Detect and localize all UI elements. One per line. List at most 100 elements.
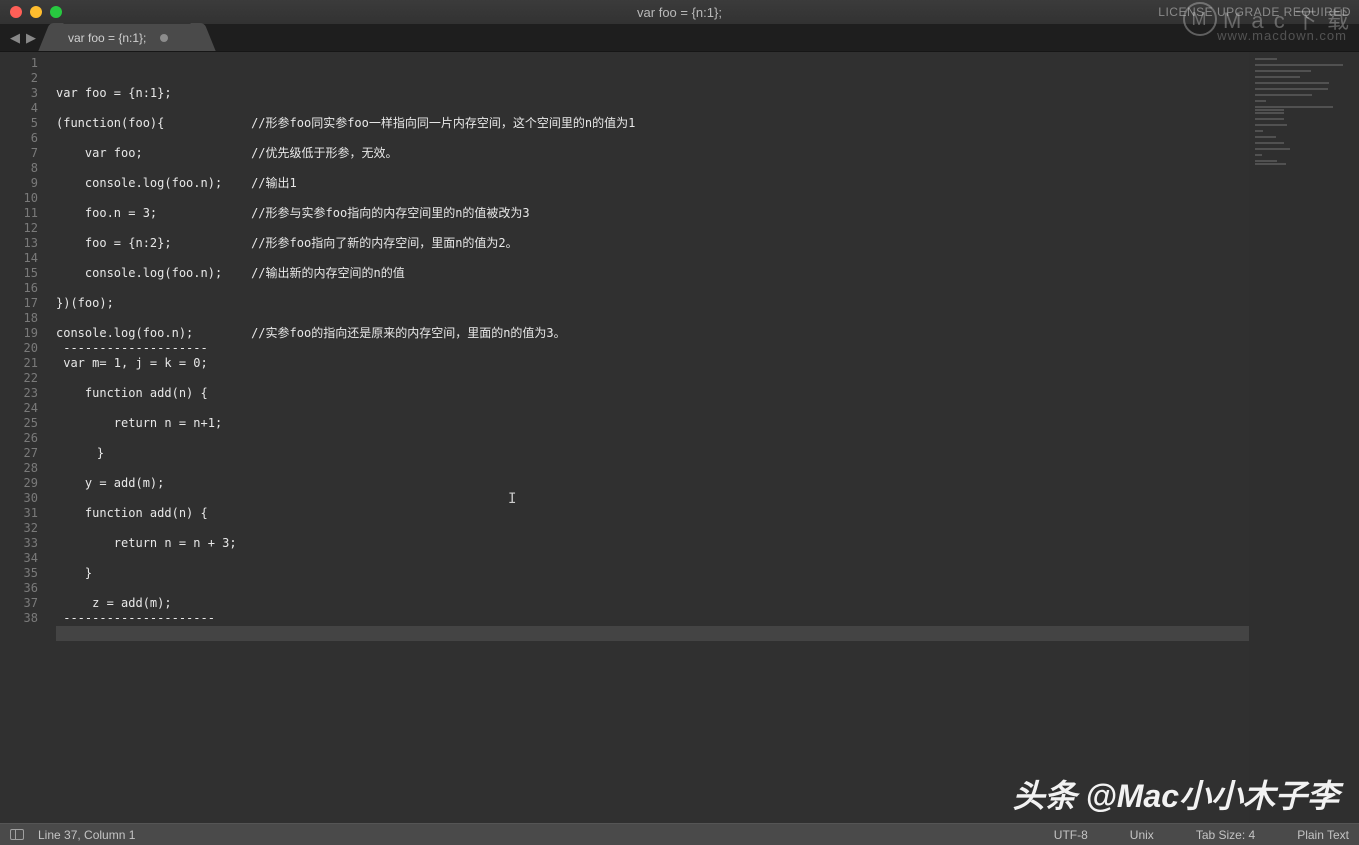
code-line xyxy=(56,221,1249,236)
code-line: var foo = {n:1}; xyxy=(56,86,1249,101)
line-number: 1 xyxy=(0,56,38,71)
minimap-line xyxy=(1255,94,1312,96)
minimap-line xyxy=(1255,88,1328,90)
nav-forward-icon[interactable]: ▶ xyxy=(26,30,36,46)
code-line xyxy=(56,581,1249,596)
line-number: 4 xyxy=(0,101,38,116)
line-number: 10 xyxy=(0,191,38,206)
titlebar: var foo = {n:1}; LICENSE UPGRADE REQUIRE… xyxy=(0,0,1359,24)
syntax-indicator[interactable]: Plain Text xyxy=(1297,828,1349,842)
line-number: 28 xyxy=(0,461,38,476)
code-editor[interactable]: var foo = {n:1};(function(foo){ //形参foo同… xyxy=(46,52,1249,823)
line-number: 27 xyxy=(0,446,38,461)
code-line: var foo; //优先级低于形参，无效。 xyxy=(56,146,1249,161)
line-number: 8 xyxy=(0,161,38,176)
tab-bar: ◀ ▶ var foo = {n:1}; xyxy=(0,24,1359,52)
minimap[interactable] xyxy=(1249,52,1359,823)
code-line xyxy=(56,521,1249,536)
code-line xyxy=(56,191,1249,206)
code-line: return n = n+1; xyxy=(56,416,1249,431)
line-number: 34 xyxy=(0,551,38,566)
line-number: 3 xyxy=(0,86,38,101)
code-line xyxy=(56,401,1249,416)
code-line: function add(n) { xyxy=(56,386,1249,401)
line-number: 25 xyxy=(0,416,38,431)
minimap-line xyxy=(1255,130,1263,132)
line-number: 23 xyxy=(0,386,38,401)
file-tab[interactable]: var foo = {n:1}; xyxy=(52,24,202,51)
line-number: 32 xyxy=(0,521,38,536)
line-number: 31 xyxy=(0,506,38,521)
encoding-indicator[interactable]: UTF-8 xyxy=(1054,828,1088,842)
line-number: 30 xyxy=(0,491,38,506)
minimap-line xyxy=(1255,112,1284,114)
minimap-line xyxy=(1255,148,1290,150)
line-number: 17 xyxy=(0,296,38,311)
code-line xyxy=(56,431,1249,446)
line-number: 12 xyxy=(0,221,38,236)
code-line: --------------------- xyxy=(56,611,1249,626)
status-left: Line 37, Column 1 xyxy=(10,828,135,842)
code-line xyxy=(56,626,1249,641)
tab-dirty-indicator-icon xyxy=(160,34,168,42)
line-number: 6 xyxy=(0,131,38,146)
close-window-button[interactable] xyxy=(10,6,22,18)
line-number: 11 xyxy=(0,206,38,221)
minimap-line xyxy=(1255,70,1311,72)
line-number: 15 xyxy=(0,266,38,281)
code-line: var m= 1, j = k = 0; xyxy=(56,356,1249,371)
minimap-line xyxy=(1255,124,1287,126)
code-line: y = add(m); xyxy=(56,476,1249,491)
maximize-window-button[interactable] xyxy=(50,6,62,18)
line-number: 36 xyxy=(0,581,38,596)
editor-area: 1234567891011121314151617181920212223242… xyxy=(0,52,1359,823)
line-number-gutter[interactable]: 1234567891011121314151617181920212223242… xyxy=(0,52,46,823)
line-number: 18 xyxy=(0,311,38,326)
tab-size-indicator[interactable]: Tab Size: 4 xyxy=(1196,828,1255,842)
line-number: 26 xyxy=(0,431,38,446)
minimap-line xyxy=(1255,106,1333,108)
code-line xyxy=(56,101,1249,116)
nav-back-icon[interactable]: ◀ xyxy=(10,30,20,46)
line-number: 21 xyxy=(0,356,38,371)
code-line xyxy=(56,281,1249,296)
line-number: 33 xyxy=(0,536,38,551)
line-number: 38 xyxy=(0,611,38,626)
minimap-line xyxy=(1255,82,1329,84)
code-line xyxy=(56,371,1249,386)
editor-window: var foo = {n:1}; LICENSE UPGRADE REQUIRE… xyxy=(0,0,1359,845)
status-right: UTF-8 Unix Tab Size: 4 Plain Text xyxy=(1054,828,1349,842)
panel-toggle-icon[interactable] xyxy=(10,829,24,840)
code-line: console.log(foo.n); //实参foo的指向还是原来的内存空间，… xyxy=(56,326,1249,341)
line-ending-indicator[interactable]: Unix xyxy=(1130,828,1154,842)
status-bar: Line 37, Column 1 UTF-8 Unix Tab Size: 4… xyxy=(0,823,1359,845)
code-line xyxy=(56,161,1249,176)
minimap-line xyxy=(1255,58,1277,60)
code-line: console.log(foo.n); //输出新的内存空间的n的值 xyxy=(56,266,1249,281)
code-line xyxy=(56,551,1249,566)
line-number: 13 xyxy=(0,236,38,251)
code-line: function add(n) { xyxy=(56,506,1249,521)
license-notice: LICENSE UPGRADE REQUIRED xyxy=(1158,5,1351,19)
code-line xyxy=(56,131,1249,146)
code-line: console.log(foo.n); //输出1 xyxy=(56,176,1249,191)
code-line: z = add(m); xyxy=(56,596,1249,611)
code-line: return n = n + 3; xyxy=(56,536,1249,551)
minimap-line xyxy=(1255,136,1276,138)
line-number: 37 xyxy=(0,596,38,611)
code-line: } xyxy=(56,566,1249,581)
minimap-line xyxy=(1255,109,1284,111)
code-line xyxy=(56,251,1249,266)
tab-label: var foo = {n:1}; xyxy=(68,31,146,45)
minimap-line xyxy=(1255,160,1277,162)
code-line: -------------------- xyxy=(56,341,1249,356)
line-number: 9 xyxy=(0,176,38,191)
line-number: 14 xyxy=(0,251,38,266)
minimap-line xyxy=(1255,100,1266,102)
minimap-line xyxy=(1255,154,1262,156)
line-number: 35 xyxy=(0,566,38,581)
code-line xyxy=(56,311,1249,326)
code-line: foo.n = 3; //形参与实参foo指向的内存空间里的n的值被改为3 xyxy=(56,206,1249,221)
minimize-window-button[interactable] xyxy=(30,6,42,18)
cursor-position[interactable]: Line 37, Column 1 xyxy=(38,828,135,842)
